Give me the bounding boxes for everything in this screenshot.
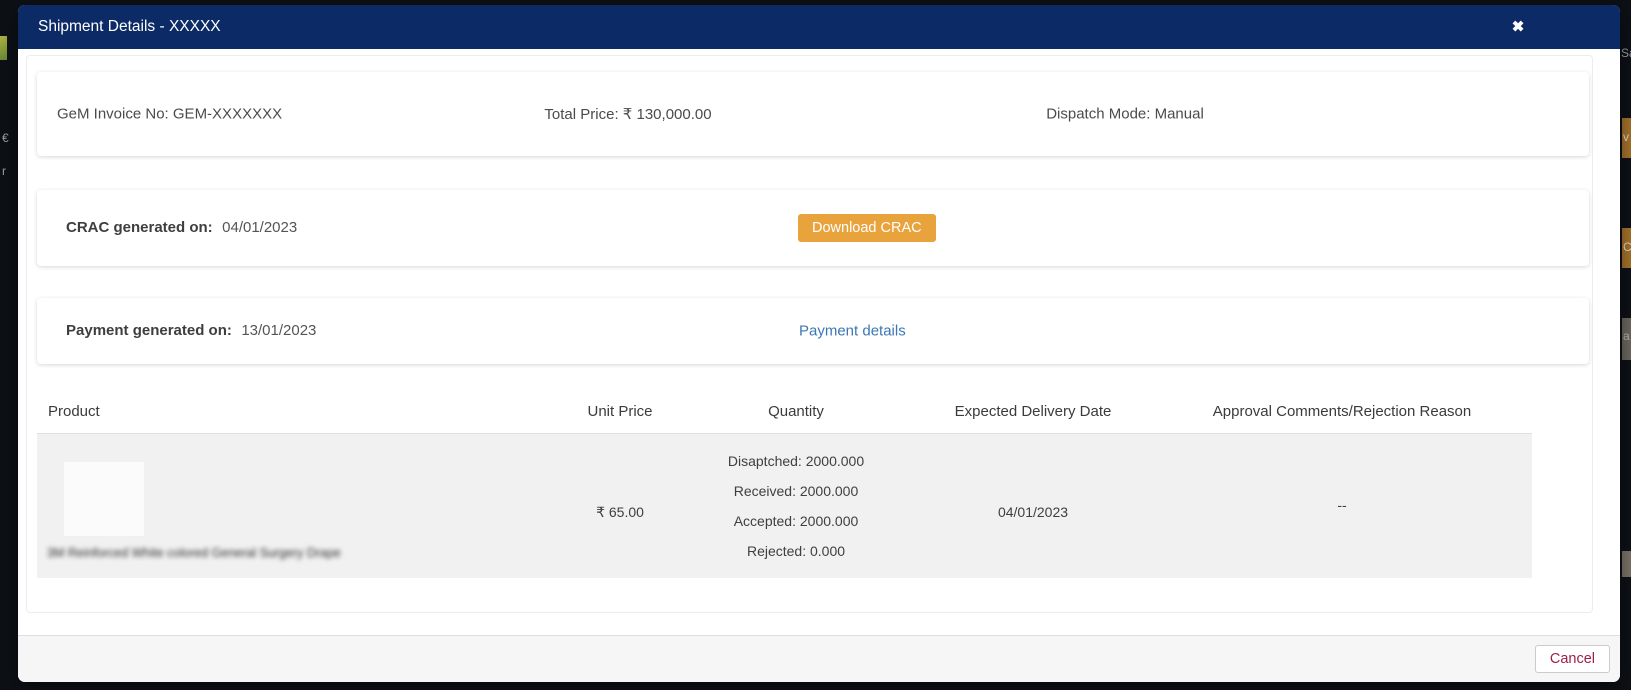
background-page-fragment: Sa xyxy=(1621,46,1631,60)
total-price-value: ₹ 130,000.00 xyxy=(622,106,712,123)
background-page-fragment: a xyxy=(1623,329,1630,343)
total-price: Total Price: ₹ 130,000.00 xyxy=(544,105,711,123)
modal-footer: Cancel xyxy=(18,635,1620,682)
crac-label: CRAC generated on: xyxy=(66,219,213,236)
background-page-fragment: € xyxy=(2,131,9,145)
modal-header: Shipment Details - XXXXX ✖ xyxy=(18,5,1620,49)
product-image-thumbnail xyxy=(69,467,139,531)
modal-title: Shipment Details - XXXXX xyxy=(38,18,221,35)
quantity-received: Received: 2000.000 xyxy=(733,483,859,499)
close-icon[interactable]: ✖ xyxy=(1512,20,1525,35)
background-page-fragment: r xyxy=(2,164,6,178)
cancel-button[interactable]: Cancel xyxy=(1534,645,1610,673)
background-page-fragment xyxy=(0,36,7,60)
column-header-approval-comments: Approval Comments/Rejection Reason xyxy=(1212,403,1472,420)
approval-comments-value: -- xyxy=(1337,497,1347,513)
quantity-dispatched: Disaptched: 2000.000 xyxy=(727,453,865,469)
invoice-label: GeM Invoice No: xyxy=(57,105,169,123)
payment-details-link[interactable]: Payment details xyxy=(799,323,906,340)
dispatch-mode-label: Dispatch Mode: xyxy=(1046,105,1151,123)
table-header-row: Product Unit Price Quantity Expected Del… xyxy=(18,403,1620,431)
background-page-fragment: C xyxy=(1623,240,1631,254)
crac-date: 04/01/2023 xyxy=(222,219,298,236)
quantity-rejected: Rejected: 0.000 xyxy=(746,543,846,559)
dispatch-mode-value: Manual xyxy=(1154,105,1204,123)
column-header-unit-price: Unit Price xyxy=(587,403,653,420)
quantity-accepted: Accepted: 2000.000 xyxy=(733,513,859,529)
payment-date: 13/01/2023 xyxy=(241,322,317,339)
column-header-quantity: Quantity xyxy=(768,403,824,420)
total-price-label: Total Price: xyxy=(544,106,619,123)
payment-generated-on: Payment generated on: 13/01/2023 xyxy=(66,322,316,340)
table-row: 3M Reinforced White colored General Surg… xyxy=(37,433,1532,578)
download-crac-button[interactable]: Download CRAC xyxy=(798,214,936,242)
crac-card: CRAC generated on: 04/01/2023 Download C… xyxy=(37,190,1589,266)
dispatch-mode: Dispatch Mode: Manual xyxy=(1046,106,1204,123)
invoice-value: GEM-XXXXXXX xyxy=(172,105,283,123)
product-name: 3M Reinforced White colored General Surg… xyxy=(47,546,341,560)
shipment-details-modal: Shipment Details - XXXXX ✖ GeM Invoice N… xyxy=(18,5,1620,682)
background-page-fragment xyxy=(1622,551,1631,577)
gem-invoice-number: GeM Invoice No: GEM-XXXXXXX xyxy=(57,106,282,123)
unit-price-value: ₹ 65.00 xyxy=(596,504,644,520)
quantity-cell: Disaptched: 2000.000 Received: 2000.000 … xyxy=(728,434,864,578)
column-header-expected-delivery-date: Expected Delivery Date xyxy=(954,403,1112,420)
column-header-product: Product xyxy=(48,403,100,420)
invoice-summary-card: GeM Invoice No: GEM-XXXXXXX Total Price:… xyxy=(37,72,1589,156)
crac-generated-on: CRAC generated on: 04/01/2023 xyxy=(66,219,297,237)
product-image xyxy=(63,461,145,537)
payment-label: Payment generated on: xyxy=(66,322,232,339)
expected-delivery-date-value: 04/01/2023 xyxy=(997,504,1069,520)
background-page-fragment: v xyxy=(1623,130,1629,144)
payment-card: Payment generated on: 13/01/2023 Payment… xyxy=(37,298,1589,364)
